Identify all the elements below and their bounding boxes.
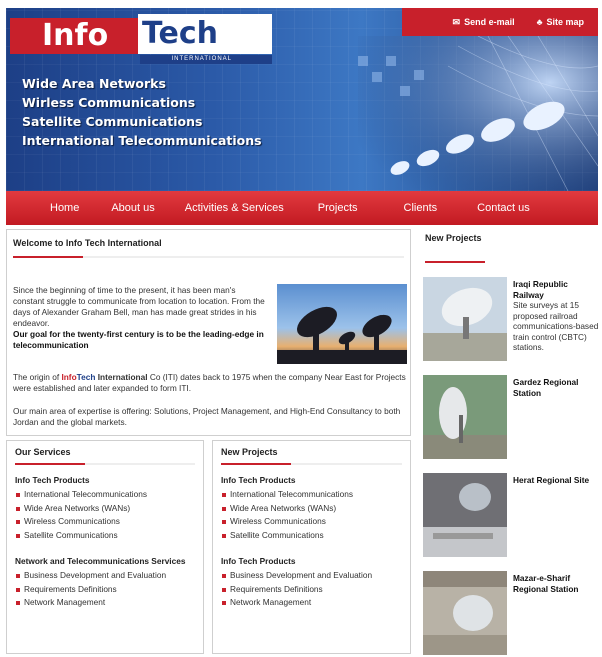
top-utility-bar: ✉ Send e-mail ♣ Site map [402, 8, 598, 36]
satellite-photo [277, 284, 407, 364]
list-item[interactable]: Network Management [15, 596, 195, 610]
tagline-1: Wide Area Networks [22, 76, 166, 91]
list-item[interactable]: Network Management [221, 596, 402, 610]
header-taglines: Wide Area Networks Wirless Communication… [22, 74, 262, 150]
nav-projects[interactable]: Projects [318, 202, 358, 214]
services-title: Our Services [15, 447, 71, 457]
project-title: Mazar-e-Sharif Regional Station [513, 573, 579, 594]
send-email-link[interactable]: ✉ Send e-mail [453, 17, 515, 28]
list-item[interactable]: International Telecommunications [221, 488, 402, 502]
welcome-divider [13, 256, 404, 258]
send-email-label: Send e-mail [464, 17, 515, 27]
site-map-link[interactable]: ♣ Site map [537, 17, 584, 27]
nav-home[interactable]: Home [50, 202, 79, 214]
nav-clients[interactable]: Clients [404, 202, 438, 214]
page: Info Tech INTERNATIONAL ✉ Send e-mail ♣ … [0, 0, 602, 657]
services-divider [15, 463, 195, 465]
tagline-4: International Telecommunications [22, 133, 262, 148]
nav-about-us[interactable]: About us [111, 202, 154, 214]
list-item[interactable]: Business Development and Evaluation [15, 569, 195, 583]
list-item[interactable]: Satellite Communications [15, 529, 195, 543]
new-projects-group1-list: International Telecommunications Wide Ar… [221, 488, 402, 542]
welcome-expertise-para: Our main area of expertise is offering: … [13, 406, 401, 427]
logo-tech-text: Tech [138, 14, 272, 54]
new-projects-group2-title: Info Tech Products [221, 556, 296, 566]
origin-tech[interactable]: Tech [77, 372, 96, 382]
project-item[interactable]: Gardez Regional Station [423, 375, 599, 459]
project-item[interactable]: Iraqi Republic Railway Site surveys at 1… [423, 277, 599, 361]
project-text: Mazar-e-Sharif Regional Station [513, 573, 601, 594]
new-projects-title: New Projects [221, 447, 278, 457]
origin-info[interactable]: Info [61, 372, 76, 382]
list-item[interactable]: Business Development and Evaluation [221, 569, 402, 583]
header-banner: Info Tech INTERNATIONAL ✉ Send e-mail ♣ … [6, 8, 598, 191]
main-nav: Home About us Activities & Services Proj… [6, 191, 598, 225]
infotech-logo[interactable]: Info Tech INTERNATIONAL [10, 14, 272, 64]
welcome-goal-text: Our goal for the twenty-first century is… [13, 329, 264, 350]
project-text: Gardez Regional Station [513, 377, 601, 398]
nav-activities-services[interactable]: Activities & Services [185, 202, 284, 214]
sitemap-icon: ♣ [536, 17, 543, 27]
project-thumbnail [423, 375, 507, 459]
project-item[interactable]: Herat Regional Site [423, 473, 599, 557]
project-thumbnail [423, 473, 507, 557]
project-item[interactable]: Mazar-e-Sharif Regional Station [423, 571, 599, 655]
origin-international: International [97, 372, 148, 382]
side-title: New Projects [425, 233, 482, 243]
logo-international-text: INTERNATIONAL [140, 55, 272, 64]
mail-icon: ✉ [452, 16, 461, 27]
new-projects-group2-list: Business Development and Evaluation Requ… [221, 569, 402, 610]
welcome-title: Welcome to Info Tech International [13, 238, 162, 248]
list-item[interactable]: Wireless Communications [15, 515, 195, 529]
project-text: Herat Regional Site [513, 475, 601, 486]
services-group1-title: Info Tech Products [15, 475, 90, 485]
project-desc: Site surveys at 15 proposed railroad com… [513, 300, 599, 352]
satellite-dishes-graphic [358, 36, 598, 191]
welcome-intro: Since the beginning of time to the prese… [13, 285, 268, 351]
project-title: Iraqi Republic Railway [513, 279, 568, 300]
welcome-intro-text: Since the beginning of time to the prese… [13, 285, 265, 328]
site-map-label: Site map [546, 17, 584, 27]
side-new-projects: New Projects Iraqi Republic Railway Site… [419, 229, 599, 655]
nav-contact-us[interactable]: Contact us [477, 202, 530, 214]
list-item[interactable]: International Telecommunications [15, 488, 195, 502]
services-group2-list: Business Development and Evaluation Requ… [15, 569, 195, 610]
tagline-2: Wirless Communications [22, 95, 196, 110]
list-item[interactable]: Requirements Definitions [15, 583, 195, 597]
list-item[interactable]: Satellite Communications [221, 529, 402, 543]
project-title: Herat Regional Site [513, 475, 590, 485]
project-text: Iraqi Republic Railway Site surveys at 1… [513, 279, 601, 353]
project-title: Gardez Regional Station [513, 377, 579, 398]
new-projects-panel: New Projects Info Tech Products Internat… [212, 440, 411, 654]
list-item[interactable]: Wide Area Networks (WANs) [221, 502, 402, 516]
welcome-panel: Welcome to Info Tech International Since… [6, 229, 411, 436]
logo-info-text: Info [10, 18, 138, 54]
origin-pre: The origin of [13, 372, 62, 382]
services-group2-title: Network and Telecommunications Services [15, 556, 186, 566]
welcome-origin-para: The origin of InfoTech International Co … [13, 372, 408, 394]
list-item[interactable]: Wide Area Networks (WANs) [15, 502, 195, 516]
project-thumbnail [423, 571, 507, 655]
list-item[interactable]: Requirements Definitions [221, 583, 402, 597]
services-panel: Our Services Info Tech Products Internat… [6, 440, 204, 654]
list-item[interactable]: Wireless Communications [221, 515, 402, 529]
project-thumbnail [423, 277, 507, 361]
tagline-3: Satellite Communications [22, 114, 203, 129]
services-group1-list: International Telecommunications Wide Ar… [15, 488, 195, 542]
new-projects-group1-title: Info Tech Products [221, 475, 296, 485]
side-divider [425, 261, 485, 263]
new-projects-divider [221, 463, 402, 465]
